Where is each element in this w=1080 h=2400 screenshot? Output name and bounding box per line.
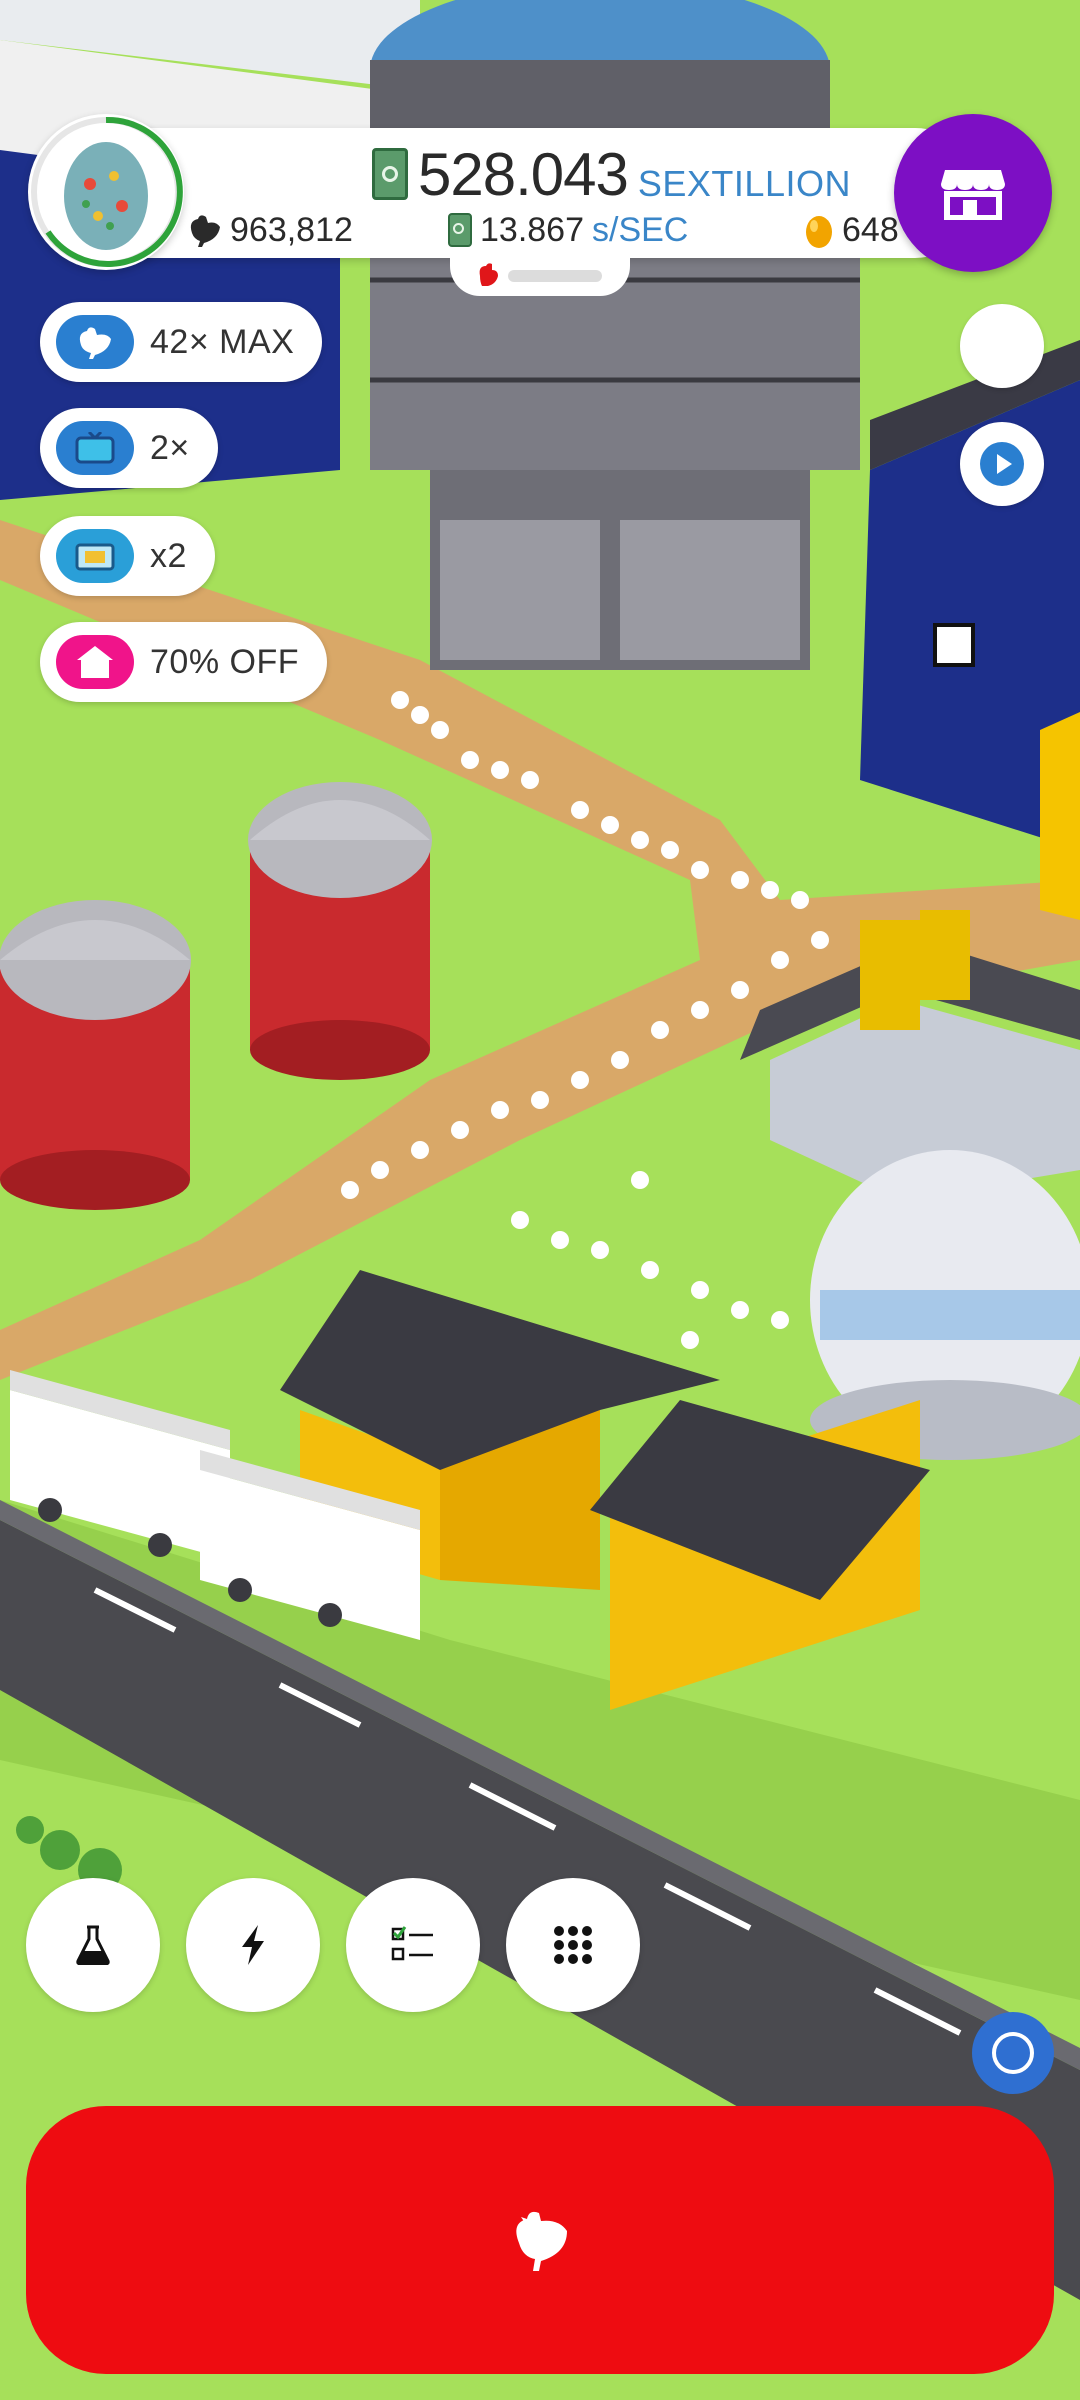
golden-eggs: 648 — [804, 208, 899, 252]
flask-icon — [76, 1925, 110, 1965]
progress-pill — [508, 270, 602, 282]
chicken-icon — [186, 213, 222, 247]
earning-rate: 13.867 s/SEC — [448, 208, 688, 252]
menu-button[interactable] — [506, 1878, 640, 2012]
money-display: 528.043 SEXTILLION — [372, 140, 851, 206]
boost-label: 70% OFF — [150, 642, 299, 681]
boost-video-multiplier[interactable]: 2× — [40, 408, 218, 488]
chicken-icon — [56, 315, 134, 369]
research-button[interactable] — [26, 1878, 160, 2012]
egg-icon — [31, 116, 183, 267]
rate-value: 13.867 — [480, 210, 584, 249]
golden-egg-icon — [804, 211, 834, 249]
empty-slot-button[interactable] — [960, 304, 1044, 388]
chicken-icon — [516, 2211, 567, 2271]
money-value: 528.043 — [418, 141, 629, 208]
boost-label: x2 — [150, 536, 187, 575]
money-unit: SEXTILLION — [637, 163, 851, 204]
chicken-count: 963,812 — [186, 208, 353, 252]
boost-label: 42× MAX — [150, 322, 295, 361]
golden-eggs-value: 648 — [842, 210, 899, 249]
cash-icon — [448, 213, 472, 247]
cash-icon — [372, 148, 408, 200]
lightning-icon — [242, 1925, 264, 1965]
red-chicken-icon — [476, 262, 500, 293]
missions-button[interactable] — [346, 1878, 480, 2012]
circle-icon — [992, 2032, 1034, 2074]
shop-icon — [941, 170, 1005, 220]
egg-avatar-button[interactable] — [28, 114, 184, 270]
boost-chicken-capacity[interactable]: 42× MAX — [40, 302, 323, 382]
rate-unit: s/SEC — [592, 210, 689, 249]
grid-menu-icon — [554, 1926, 592, 1964]
hatch-chicken-button[interactable] — [26, 2106, 1054, 2374]
boost-earnings[interactable]: x2 — [40, 516, 215, 596]
hud-expand-tab[interactable] — [450, 256, 630, 296]
shop-button[interactable] — [894, 114, 1052, 272]
tv-icon — [56, 421, 134, 475]
record-button[interactable] — [972, 2012, 1054, 2094]
boost-discount[interactable]: 70% OFF — [40, 622, 327, 702]
boost-label: 2× — [150, 428, 190, 467]
video-ad-button[interactable] — [960, 422, 1044, 506]
boosts-button[interactable] — [186, 1878, 320, 2012]
boost-box-icon — [56, 529, 134, 583]
house-icon — [56, 635, 134, 689]
chicken-count-value: 963,812 — [230, 210, 353, 249]
play-icon — [980, 442, 1024, 486]
checklist-icon — [391, 1926, 433, 1961]
